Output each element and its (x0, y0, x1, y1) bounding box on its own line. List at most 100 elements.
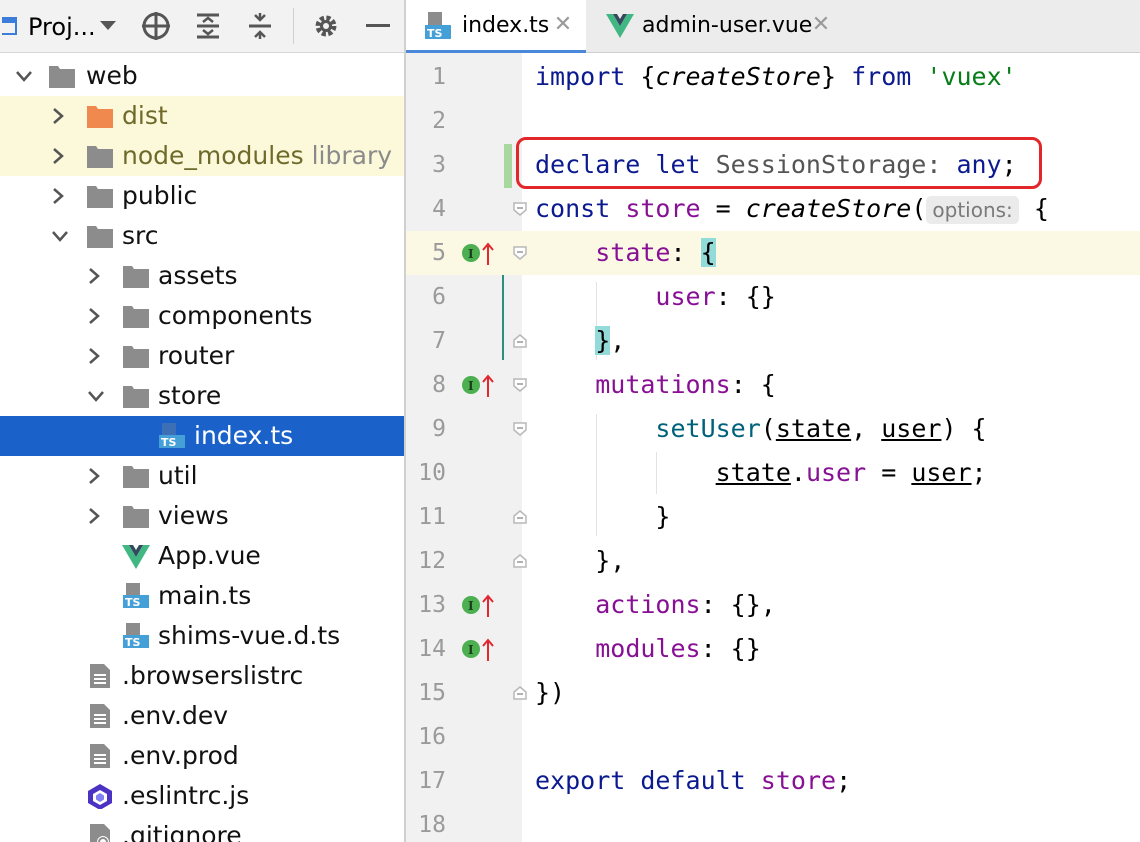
code-token: } (821, 62, 852, 91)
tree-item-label: assets (158, 261, 238, 290)
fold-icon[interactable] (512, 421, 528, 437)
svg-text:TS: TS (161, 436, 177, 449)
svg-text:TS: TS (125, 596, 141, 609)
minimize-icon[interactable] (362, 0, 394, 52)
code-line-18: 18 (406, 803, 1140, 842)
chevron-right-icon[interactable] (84, 336, 104, 376)
tree-item-label: shims-vue.d.ts (158, 621, 341, 650)
fold-end-icon[interactable] (512, 509, 528, 525)
line-number: 10 (418, 460, 446, 486)
tree-item-label: web (86, 61, 138, 90)
svg-text:I: I (468, 643, 474, 657)
close-icon[interactable]: ✕ (810, 14, 832, 36)
code-token: }) (535, 678, 566, 707)
tree-item-label: .eslintrc.js (122, 781, 250, 810)
project-view-icon[interactable] (0, 0, 20, 52)
expand-all-icon[interactable] (190, 0, 226, 52)
tree-item-node-modules[interactable]: node_modules library (0, 136, 404, 176)
chevron-right-icon[interactable] (48, 96, 68, 136)
editor-tab-bar: TS index.ts ✕ admin-user.vue ✕ (406, 0, 1140, 53)
tree-item-router[interactable]: router (0, 336, 404, 376)
tree-item-main-ts[interactable]: TS main.ts (0, 576, 404, 616)
tree-item-env-dev[interactable]: .env.dev (0, 696, 404, 736)
implements-marker-icon[interactable]: I (462, 241, 496, 265)
tree-item-dist[interactable]: dist (0, 96, 404, 136)
line-number: 18 (418, 812, 446, 838)
fold-icon[interactable] (512, 245, 528, 261)
close-icon[interactable]: ✕ (552, 14, 574, 36)
tree-item-label: main.ts (158, 581, 252, 610)
code-token: = (700, 194, 746, 223)
code-line-5: 5 I state: { (406, 231, 1140, 275)
tree-item-views[interactable]: views (0, 496, 404, 536)
gear-icon[interactable] (308, 0, 344, 52)
chevron-down-icon[interactable] (50, 216, 70, 256)
code-line-8: 8 I mutations: { (406, 363, 1140, 407)
vue-file-icon (606, 14, 634, 38)
chevron-right-icon[interactable] (48, 136, 68, 176)
tree-item-components[interactable]: components (0, 296, 404, 336)
tree-item-web[interactable]: web (0, 56, 404, 96)
tree-item-label: dist (122, 101, 168, 130)
implements-marker-icon[interactable]: I (462, 593, 496, 617)
fold-end-icon[interactable] (512, 333, 528, 349)
implements-marker-icon[interactable]: I (462, 637, 496, 661)
chevron-down-icon[interactable] (86, 376, 106, 416)
code-token: store (625, 194, 701, 223)
code-token: , (610, 326, 626, 355)
tree-item-util[interactable]: util (0, 456, 404, 496)
code-token: : (670, 238, 701, 267)
tree-item-gitignore[interactable]: .gitignore (0, 816, 404, 842)
tree-item-shims-vue[interactable]: TS shims-vue.d.ts (0, 616, 404, 656)
chevron-right-icon[interactable] (84, 456, 104, 496)
code-token: : {}, (700, 590, 776, 619)
code-line-17: 17 export default store; (406, 759, 1140, 803)
svg-text:I: I (468, 379, 474, 393)
fold-end-icon[interactable] (512, 685, 528, 701)
chevron-right-icon[interactable] (84, 296, 104, 336)
tree-item-public[interactable]: public (0, 176, 404, 216)
tree-item-src[interactable]: src (0, 216, 404, 256)
line-number: 2 (432, 108, 446, 134)
tab-admin-user-vue[interactable]: admin-user.vue ✕ (596, 0, 836, 52)
chevron-right-icon[interactable] (84, 256, 104, 296)
chevron-right-icon[interactable] (84, 496, 104, 536)
crosshair-icon[interactable] (138, 0, 174, 52)
project-view-selector[interactable]: Proj... (28, 12, 96, 42)
svg-text:I: I (468, 247, 474, 261)
line-number: 6 (432, 284, 446, 310)
tree-item-app-vue[interactable]: App.vue (0, 536, 404, 576)
tree-item-label: node_modules (122, 141, 304, 170)
tab-index-ts[interactable]: TS index.ts ✕ (406, 0, 586, 53)
tree-item-env-prod[interactable]: .env.prod (0, 736, 404, 776)
implements-marker-icon[interactable]: I (462, 373, 496, 397)
code-line-1: 1 import {createStore} from 'vuex' (406, 55, 1140, 99)
folder-icon (87, 226, 113, 248)
tree-item-index-ts[interactable]: TS index.ts (0, 416, 404, 456)
code-line-4: 4 const store = createStore(options: { (406, 187, 1140, 231)
line-number: 4 (432, 196, 446, 222)
fold-end-icon[interactable] (512, 553, 528, 569)
chevron-down-icon[interactable] (14, 56, 34, 96)
tree-item-assets[interactable]: assets (0, 256, 404, 296)
code-token: user (655, 282, 716, 311)
chevron-right-icon[interactable] (48, 176, 68, 216)
tree-item-label: router (158, 341, 235, 370)
fold-icon[interactable] (512, 201, 528, 217)
line-number: 3 (432, 152, 446, 178)
code-token: default (640, 766, 746, 795)
folder-icon (87, 146, 113, 168)
tree-item-label: App.vue (158, 541, 261, 570)
tree-item-eslintrc[interactable]: .eslintrc.js (0, 776, 404, 816)
code-token: }, (595, 546, 626, 575)
collapse-all-icon[interactable] (242, 0, 278, 52)
tree-item-browserslistrc[interactable]: .browserslistrc (0, 656, 404, 696)
code-token: ( (760, 414, 776, 443)
project-toolbar: Proj... (0, 0, 404, 53)
code-token: createStore (655, 62, 821, 91)
fold-icon[interactable] (512, 377, 528, 393)
code-token: ; (971, 458, 987, 487)
tree-item-store[interactable]: store (0, 376, 404, 416)
code-token: export (535, 766, 626, 795)
chevron-down-icon[interactable] (96, 0, 120, 52)
